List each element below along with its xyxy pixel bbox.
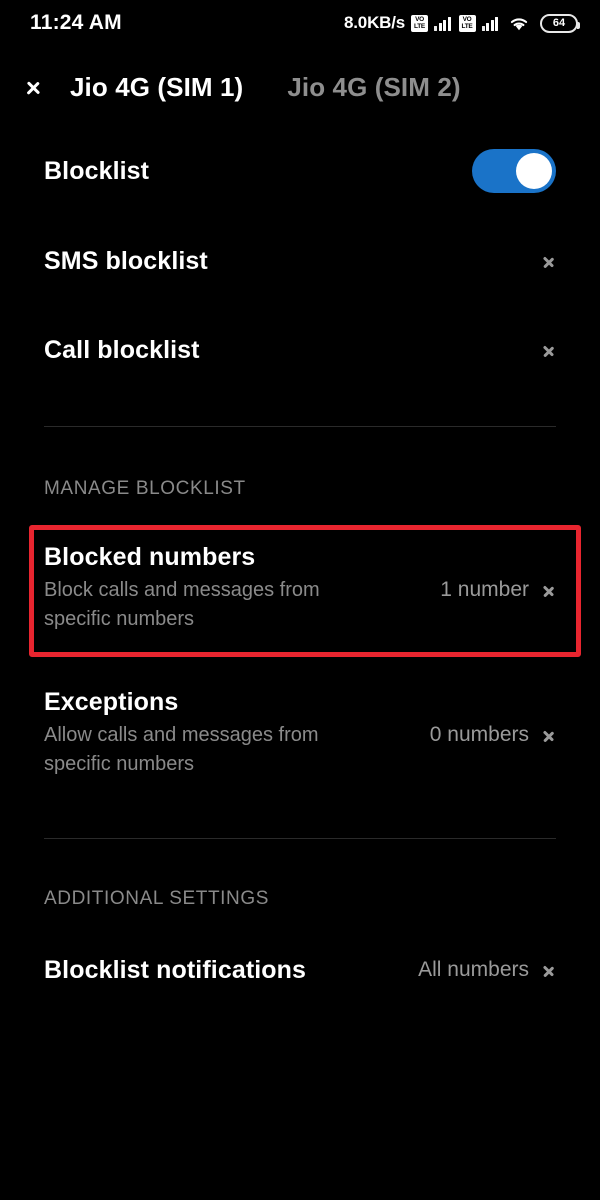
battery-icon: 64 [540,13,580,33]
blocked-numbers-text: Blocked numbers Block calls and messages… [44,543,374,634]
exceptions-title: Exceptions [44,688,179,716]
volte-icon-sim1: VO LTE [411,14,428,32]
status-clock: 11:24 AM [30,11,122,34]
blocklist-notifications-right: All numbers [418,958,556,982]
exceptions-value: 0 numbers [429,723,529,746]
volte-top-label-2: VO [462,16,472,23]
toggle-knob [516,153,552,189]
blocklist-toggle[interactable] [472,149,556,193]
signal-bars-sim2 [481,15,498,31]
volte-icon-sim2: VO LTE [458,14,476,32]
volte-bottom-label: LTE [414,23,425,30]
blocked-numbers-subtitle: Block calls and messages from specific n… [44,579,320,630]
chevron-right-icon [543,249,556,273]
exceptions-subtitle: Allow calls and messages from specific n… [44,724,319,775]
chevron-right-icon [543,723,556,747]
volte-bottom-label-2: LTE [461,23,473,30]
network-speed-text: 8.0KB/s [344,13,405,32]
row-blocked-numbers[interactable]: Blocked numbers Block calls and messages… [0,541,600,641]
row-sms-blocklist[interactable]: SMS blocklist [0,242,600,280]
chevron-right-icon [543,958,556,982]
tab-sim1[interactable]: Jio 4G (SIM 1) [70,72,243,103]
blocklist-notifications-value: All numbers [418,958,529,981]
blocked-numbers-right: 1 number [440,578,556,602]
volte-top-label: VO [415,16,424,23]
call-blocklist-label: Call blocklist [44,335,200,364]
exceptions-right: 0 numbers [430,723,556,747]
row-blocklist-notifications[interactable]: Blocklist notifications All numbers [0,951,600,989]
section-header-additional: ADDITIONAL SETTINGS [44,888,270,909]
section-header-manage: MANAGE BLOCKLIST [44,478,246,499]
chevron-right-icon [543,338,556,362]
wifi-icon [508,15,530,32]
section-divider-1 [44,426,556,427]
blocklist-label: Blocklist [44,156,150,185]
sms-blocklist-label: SMS blocklist [44,246,208,275]
row-blocklist[interactable]: Blocklist [0,148,600,194]
chevron-left-icon [25,73,40,101]
back-button[interactable] [0,56,64,118]
section-divider-2 [44,838,556,839]
status-icons: 8.0KB/s VO LTE VO LTE 64 [344,13,580,33]
exceptions-text: Exceptions Allow calls and messages from… [44,688,374,779]
phone-screen: 11:24 AM 8.0KB/s VO LTE VO LTE 64 Jio 4G… [0,0,600,1200]
row-call-blocklist[interactable]: Call blocklist [0,331,600,369]
status-bar: 11:24 AM 8.0KB/s VO LTE VO LTE 64 [0,0,600,46]
sms-blocklist-right [543,249,556,273]
blocklist-notifications-title: Blocklist notifications [44,955,307,984]
call-blocklist-right [543,338,556,362]
blocked-numbers-title: Blocked numbers [44,543,256,571]
blocked-numbers-value: 1 number [440,578,529,601]
tab-sim2[interactable]: Jio 4G (SIM 2) [287,72,460,103]
battery-level-text: 64 [552,17,566,29]
signal-bars-sim1 [434,15,451,31]
chevron-right-icon [543,578,556,602]
row-exceptions[interactable]: Exceptions Allow calls and messages from… [0,686,600,786]
app-header: Jio 4G (SIM 1) Jio 4G (SIM 2) [0,56,600,118]
